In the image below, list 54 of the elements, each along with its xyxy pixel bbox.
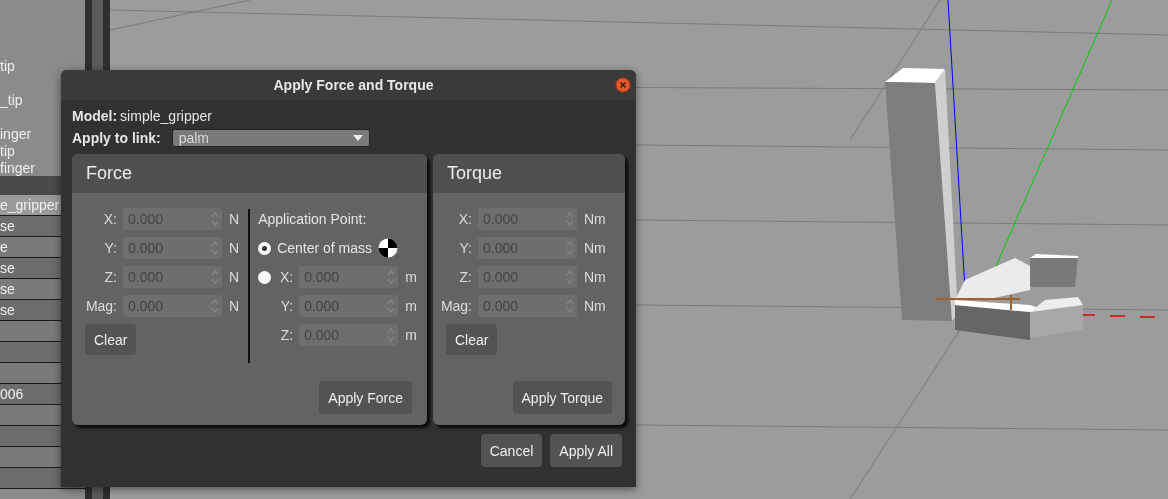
spin-arrows-icon[interactable] — [566, 269, 574, 285]
field-label: Z: — [279, 327, 294, 343]
field-label: X: — [457, 211, 472, 227]
apply-force-button[interactable]: Apply Force — [319, 381, 412, 414]
dialog-button[interactable]: Apply All — [550, 434, 622, 467]
unit-label: N — [229, 240, 240, 256]
spin-arrows-icon[interactable] — [211, 298, 219, 314]
unit-label: N — [229, 211, 240, 227]
tree-item[interactable]: tip — [0, 58, 85, 75]
field-label: X: — [102, 211, 117, 227]
spin-arrows-icon[interactable] — [211, 240, 219, 256]
radio-button[interactable] — [258, 241, 272, 255]
model-name: simple_gripper — [120, 108, 212, 124]
spin-arrows-icon[interactable] — [387, 298, 396, 314]
clear-button[interactable]: Clear — [446, 324, 498, 355]
unit-label: m — [405, 269, 417, 285]
unit-label: N — [229, 298, 240, 314]
unit-label: m — [405, 298, 417, 314]
field-label: Mag: — [439, 298, 472, 314]
field-label: Z: — [103, 269, 117, 285]
field-label: X: — [278, 269, 294, 285]
unit-label: Nm — [584, 211, 606, 227]
spin-arrows-icon[interactable] — [211, 211, 219, 227]
spin-arrows-icon[interactable] — [566, 240, 574, 256]
close-icon[interactable] — [615, 77, 631, 93]
spin-arrows-icon[interactable] — [211, 269, 219, 285]
spin-arrows-icon[interactable] — [566, 211, 574, 227]
field-label: Mag: — [84, 298, 117, 314]
panel-title: Torque — [433, 154, 625, 193]
radio-label: Center of mass — [277, 240, 373, 256]
model-label: Model: — [72, 108, 118, 124]
spin-arrows-icon[interactable] — [387, 269, 396, 285]
unit-label: m — [405, 327, 417, 343]
panel-title: Force — [72, 154, 427, 193]
center-of-mass-icon — [378, 238, 399, 258]
field-label: Y: — [458, 240, 472, 256]
window-title: Apply Force and Torque — [272, 77, 434, 93]
caret-icon — [352, 135, 363, 141]
spin-arrows-icon[interactable] — [566, 298, 574, 314]
clear-button[interactable]: Clear — [85, 324, 137, 355]
spin-arrows-icon[interactable] — [387, 327, 396, 343]
unit-label: N — [229, 269, 240, 285]
field-label: Y: — [103, 240, 117, 256]
apply-torque-button[interactable]: Apply Torque — [512, 381, 612, 414]
unit-label: Nm — [584, 240, 606, 256]
link-dropdown[interactable]: palm — [171, 129, 370, 147]
radio-button[interactable] — [258, 270, 272, 284]
field-label: Y: — [279, 298, 294, 314]
link-label: Apply to link: — [72, 130, 161, 146]
field-label: Z: — [458, 269, 472, 285]
unit-label: Nm — [584, 298, 606, 314]
dialog-button[interactable]: Cancel — [480, 434, 543, 467]
application-point-label: Application Point: — [258, 210, 368, 229]
unit-label: Nm — [584, 269, 606, 285]
